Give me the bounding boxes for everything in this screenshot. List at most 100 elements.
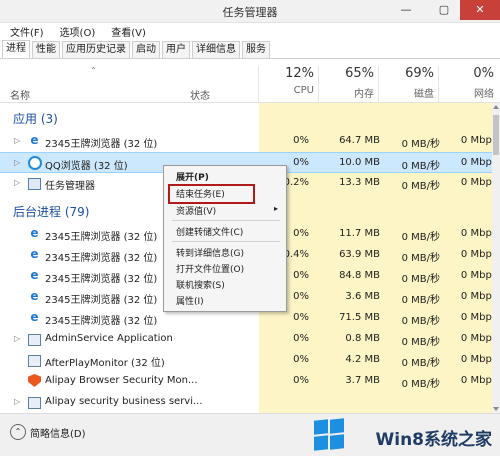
disk-value: 0 MB/秒 xyxy=(401,232,440,243)
network-value: 0 Mbps xyxy=(460,249,497,260)
memory-value: 84.8 MB xyxy=(339,270,380,281)
section-apps: 应用 (3) xyxy=(13,112,58,126)
tab-app-history[interactable]: 应用历史记录 xyxy=(62,41,130,58)
expand-arrow-icon[interactable]: ▷ xyxy=(14,397,20,406)
process-name: 2345王牌浏览器 (32 位) xyxy=(45,232,158,243)
disk-value: 0 MB/秒 xyxy=(401,274,440,285)
cpu-value: 0% xyxy=(293,135,309,146)
tab-processes[interactable]: 进程 xyxy=(2,40,30,58)
memory-value: 11.7 MB xyxy=(339,228,380,239)
menu-item-resource-values[interactable]: 资源值(V) xyxy=(176,204,216,217)
vertical-scrollbar[interactable] xyxy=(492,103,500,413)
application-icon xyxy=(28,334,41,346)
menu-options[interactable]: 选项(O) xyxy=(50,23,102,39)
expand-arrow-icon[interactable]: ▷ xyxy=(14,178,20,187)
column-header: ⌃ 名称 状态 12% CPU 65% 内存 69% 磁盘 0% 网络 xyxy=(0,60,500,103)
title-bar: 任务管理器 — ▢ ✕ xyxy=(0,0,500,23)
network-value: 0 Mbps xyxy=(460,312,497,323)
network-value: 0 Mbps xyxy=(460,157,497,168)
process-name: 2345王牌浏览器 (32 位) xyxy=(45,274,158,285)
memory-percent: 65% xyxy=(345,66,374,81)
ie-icon: e xyxy=(30,310,39,324)
cpu-value: 0% xyxy=(293,312,309,323)
network-value: 0 Mbps xyxy=(460,228,497,239)
network-value: 0 Mbps xyxy=(460,354,497,365)
alipay-shield-icon xyxy=(28,374,41,387)
ie-icon: e xyxy=(30,289,39,303)
memory-value: 13.3 MB xyxy=(339,177,380,188)
column-cpu[interactable]: 12% CPU xyxy=(258,66,317,102)
table-row[interactable]: ▷ AdminService Application 0% 0.8 MB 0 M… xyxy=(0,329,500,350)
process-name: Alipay security business servi... xyxy=(45,396,203,407)
disk-value: 0 MB/秒 xyxy=(401,181,440,192)
column-memory[interactable]: 65% 内存 xyxy=(318,66,377,102)
memory-value: 3.6 MB xyxy=(345,291,380,302)
network-value: 0 Mbps xyxy=(460,375,497,386)
minimize-button[interactable]: — xyxy=(392,0,420,20)
task-manager-icon xyxy=(28,178,41,190)
disk-value: 0 MB/秒 xyxy=(401,161,440,172)
table-row[interactable]: ▷ e 2345王牌浏览器 (32 位) 0% 64.7 MB 0 MB/秒 0… xyxy=(0,131,500,152)
ie-icon: e xyxy=(30,247,39,261)
menu-item-properties[interactable]: 属性(I) xyxy=(176,294,204,307)
memory-value: 63.9 MB xyxy=(339,249,380,260)
ie-icon: e xyxy=(30,268,39,282)
tab-startup[interactable]: 启动 xyxy=(132,41,160,58)
disk-value: 0 MB/秒 xyxy=(401,358,440,369)
expand-arrow-icon[interactable]: ▷ xyxy=(14,334,20,343)
table-row[interactable]: Alipay Browser Security Mon... 0% 3.7 MB… xyxy=(0,371,500,392)
table-row[interactable]: ▷ Alipay security business servi... xyxy=(0,392,500,413)
expand-arrow-icon[interactable]: ▷ xyxy=(14,158,20,167)
scrollbar-track xyxy=(492,103,500,413)
menu-view[interactable]: 查看(V) xyxy=(101,23,152,39)
memory-value: 4.2 MB xyxy=(345,354,380,365)
disk-value: 0 MB/秒 xyxy=(401,379,440,390)
memory-label: 内存 xyxy=(354,89,374,100)
process-name: 2345王牌浏览器 (32 位) xyxy=(45,295,158,306)
memory-value: 10.0 MB xyxy=(339,157,380,168)
tab-strip: 进程 性能 应用历史记录 启动 用户 详细信息 服务 xyxy=(0,40,500,59)
process-name: QQ浏览器 (32 位) xyxy=(45,161,128,172)
tab-services[interactable]: 服务 xyxy=(242,41,270,58)
menu-item-search-online[interactable]: 联机搜索(S) xyxy=(176,278,225,291)
menu-separator xyxy=(172,220,280,221)
cpu-percent: 12% xyxy=(285,66,314,81)
column-network[interactable]: 0% 网络 xyxy=(438,66,497,102)
menu-item-create-dump[interactable]: 创建转储文件(C) xyxy=(176,225,243,238)
section-background: 后台进程 (79) xyxy=(13,205,90,219)
fewer-details-button[interactable]: 简略信息(D) xyxy=(30,425,86,440)
submenu-arrow-icon: ▸ xyxy=(273,204,278,213)
cpu-value: 0% xyxy=(293,375,309,386)
ie-icon: e xyxy=(30,133,39,147)
application-icon xyxy=(28,355,41,367)
footer: ⌃ 简略信息(D) Win8系统之家 xyxy=(0,413,500,456)
maximize-button[interactable]: ▢ xyxy=(430,0,458,20)
column-disk[interactable]: 69% 磁盘 xyxy=(378,66,437,102)
menu-file[interactable]: 文件(F) xyxy=(0,23,50,39)
cpu-value: 0% xyxy=(293,333,309,344)
close-button[interactable]: ✕ xyxy=(460,0,500,20)
tab-performance[interactable]: 性能 xyxy=(32,41,60,58)
memory-value: 0.8 MB xyxy=(345,333,380,344)
column-status[interactable]: 状态 xyxy=(190,87,210,102)
menu-item-expand[interactable]: 展开(P) xyxy=(176,170,209,183)
table-row[interactable]: AfterPlayMonitor (32 位) 0% 4.2 MB 0 MB/秒… xyxy=(0,350,500,371)
process-name: AfterPlayMonitor (32 位) xyxy=(45,358,165,369)
chevron-up-icon[interactable]: ⌃ xyxy=(10,424,26,440)
highlight-box xyxy=(168,184,255,204)
sort-arrow-icon: ⌃ xyxy=(90,66,97,75)
disk-label: 磁盘 xyxy=(414,89,434,100)
expand-arrow-icon[interactable]: ▷ xyxy=(14,136,20,145)
process-name: 2345王牌浏览器 (32 位) xyxy=(45,139,158,150)
tab-details[interactable]: 详细信息 xyxy=(192,41,240,58)
menu-separator xyxy=(172,241,280,242)
network-value: 0 Mbps xyxy=(460,177,497,188)
menu-item-open-file-location[interactable]: 打开文件位置(O) xyxy=(176,262,244,275)
disk-value: 0 MB/秒 xyxy=(401,337,440,348)
disk-value: 0 MB/秒 xyxy=(401,139,440,150)
menu-item-go-to-details[interactable]: 转到详细信息(G) xyxy=(176,246,244,259)
process-name: 任务管理器 xyxy=(45,181,95,192)
tab-users[interactable]: 用户 xyxy=(162,41,190,58)
disk-value: 0 MB/秒 xyxy=(401,316,440,327)
column-name[interactable]: 名称 xyxy=(10,87,30,102)
